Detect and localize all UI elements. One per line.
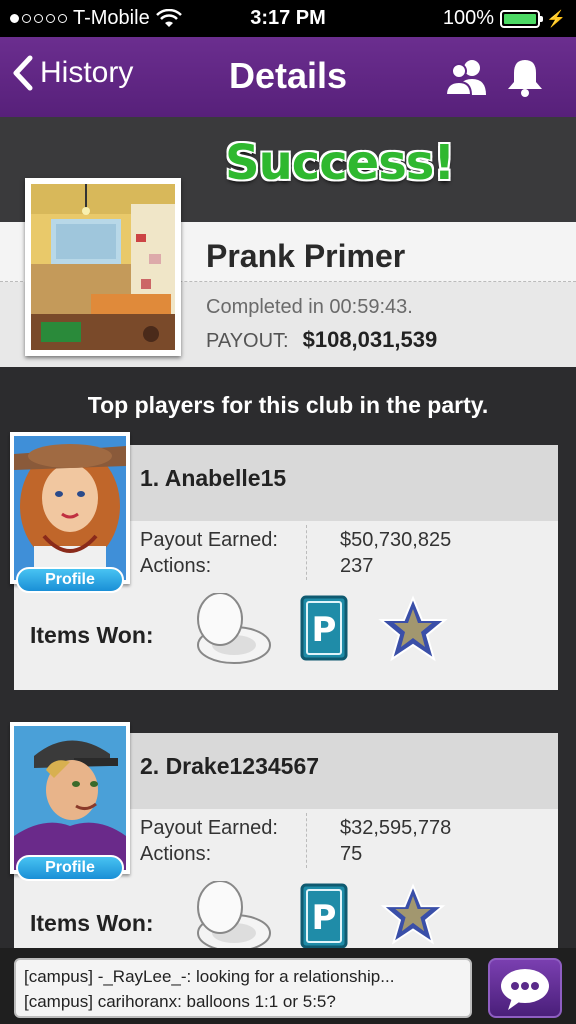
club-name: Prank Primer [206, 238, 406, 274]
profile-button[interactable]: Profile [16, 567, 124, 593]
star-icon[interactable] [378, 595, 448, 665]
chat-preview[interactable]: [campus] -_RayLee_-: looking for a relat… [14, 958, 472, 1018]
parking-sign-icon[interactable]: P [300, 595, 348, 661]
back-button[interactable]: History [12, 55, 133, 91]
chevron-left-icon [13, 55, 33, 91]
svg-text:P: P [312, 610, 337, 650]
profile-button[interactable]: Profile [16, 855, 124, 881]
battery-percent: 100% [442, 7, 495, 29]
toilet-seat-icon[interactable] [194, 593, 274, 669]
svg-text:P: P [312, 898, 337, 938]
chat-message: [campus] carihoranx: balloons 1:1 or 5:5… [24, 992, 336, 1011]
payout-value: $108,031,539 [302, 327, 438, 352]
actions-value: 237 [340, 555, 374, 577]
back-label: History [40, 56, 134, 89]
actions-value: 75 [340, 843, 363, 865]
carrier-label: T-Mobile [73, 7, 150, 29]
payout-earned-value: $32,595,778 [340, 817, 452, 839]
friends-icon[interactable] [444, 57, 490, 97]
player-name: 2. Drake1234567 [140, 753, 320, 779]
star-icon[interactable] [378, 883, 448, 948]
charging-icon: ⚡ [546, 10, 566, 28]
avatar[interactable] [10, 432, 130, 584]
payout-earned-label: Payout Earned: [140, 817, 278, 839]
payout-label: PAYOUT: [206, 330, 289, 352]
toilet-seat-icon[interactable] [194, 881, 274, 948]
payout-row: PAYOUT: $108,031,539 [206, 327, 437, 353]
status-bar: T-Mobile 3:17 PM 100% ⚡ [0, 0, 576, 37]
success-headline: Success! [225, 135, 455, 191]
club-image [25, 178, 181, 356]
items-won-label: Items Won: [30, 622, 154, 648]
avatar[interactable] [10, 722, 130, 874]
items-won-label: Items Won: [30, 910, 154, 936]
payout-earned-value: $50,730,825 [340, 529, 452, 551]
nav-bar: History Details [0, 37, 576, 117]
parking-sign-icon[interactable]: P [300, 883, 348, 948]
chat-button[interactable] [488, 958, 562, 1018]
wifi-icon [155, 8, 182, 27]
actions-label: Actions: [140, 843, 212, 865]
battery-icon [500, 9, 544, 28]
chat-message: [campus] -_RayLee_-: looking for a relat… [24, 967, 395, 986]
top-players-heading: Top players for this club in the party. [87, 392, 489, 418]
bell-icon[interactable] [504, 57, 546, 97]
player-name: 1. Anabelle15 [140, 465, 287, 491]
actions-label: Actions: [140, 555, 212, 577]
completed-time: Completed in 00:59:43. [206, 296, 413, 318]
payout-earned-label: Payout Earned: [140, 529, 278, 551]
chat-bubble-icon [501, 969, 549, 1010]
signal-icon [10, 14, 67, 23]
